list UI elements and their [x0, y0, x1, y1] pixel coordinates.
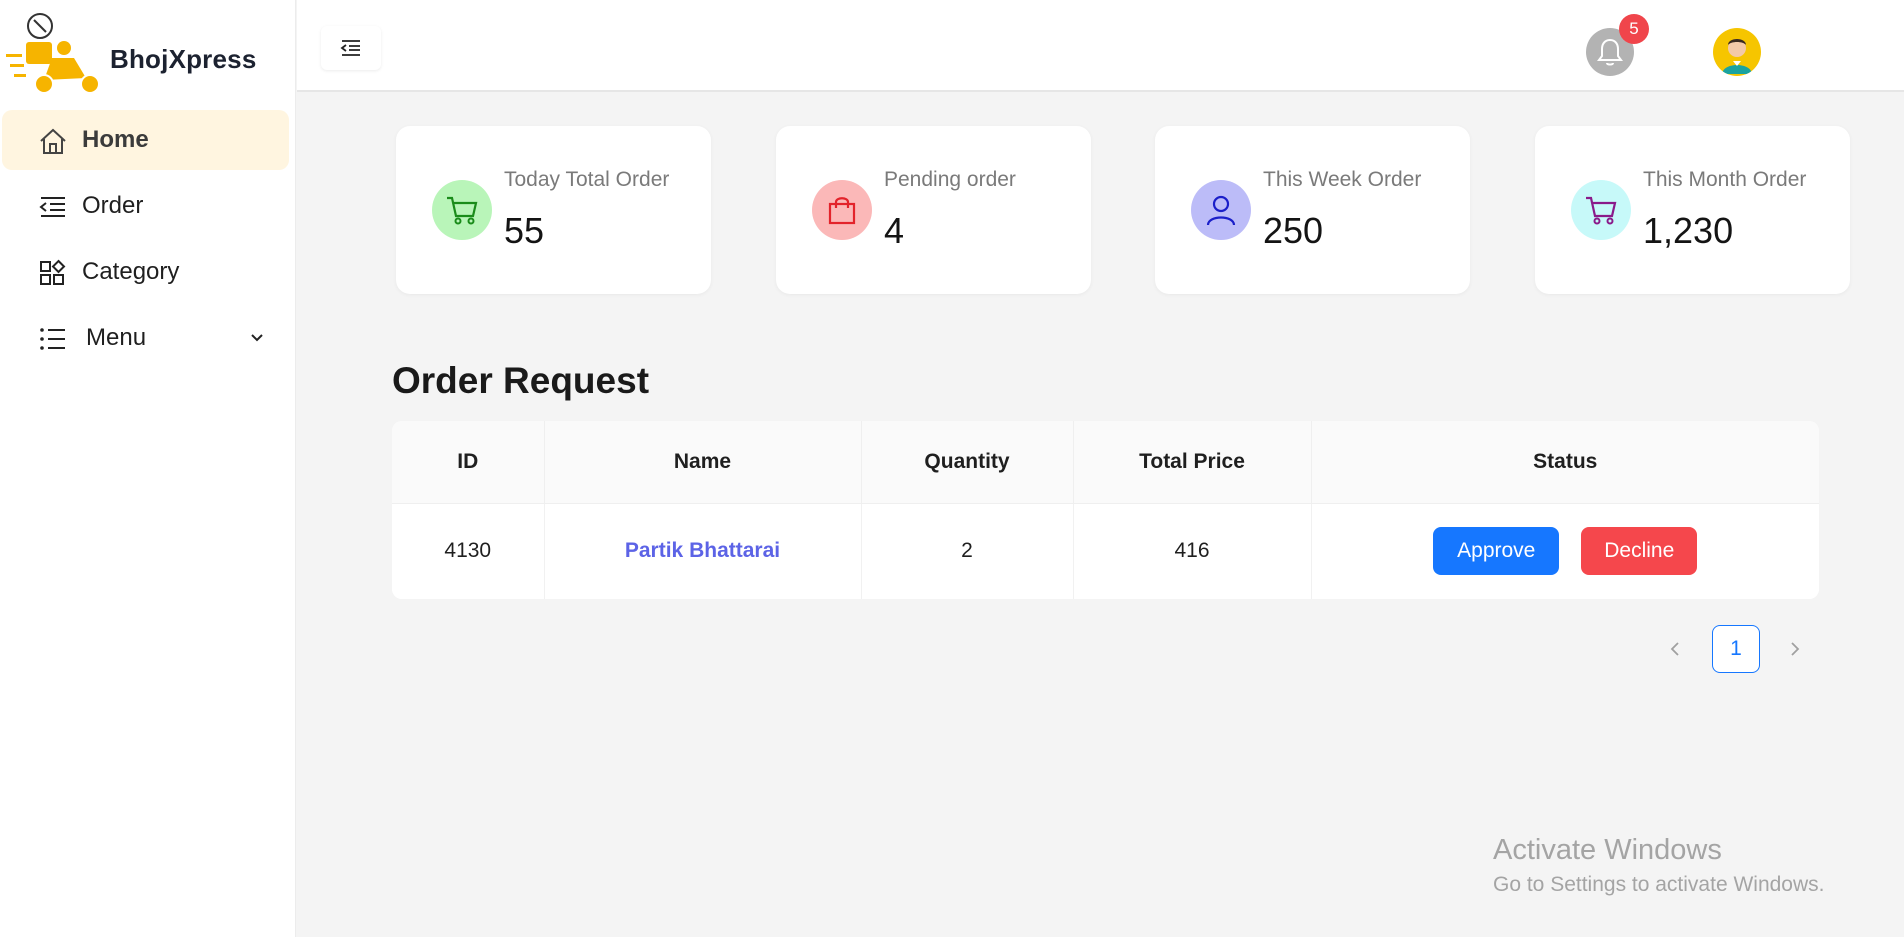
pagination-next-button[interactable]: [1780, 625, 1810, 673]
column-header-status: Status: [1311, 421, 1819, 504]
cell-quantity: 2: [861, 503, 1074, 599]
chevron-left-icon: [1670, 642, 1679, 656]
stat-value: 55: [504, 210, 545, 251]
sidebar-item-home[interactable]: Home: [2, 110, 289, 170]
column-header-quantity: Quantity: [861, 421, 1074, 504]
brand-name: BhojXpress: [110, 44, 257, 74]
column-header-id: ID: [392, 421, 545, 504]
stat-title: This Week Order: [1263, 168, 1422, 191]
delivery-scooter-logo-icon: [6, 13, 100, 94]
section-title: Order Request: [392, 360, 650, 401]
table-row: 4130 Partik Bhattarai 2 416 Approve Decli…: [392, 503, 1819, 599]
table-header-row: ID Name Quantity Total Price Status: [392, 421, 1819, 504]
order-request-table: ID Name Quantity Total Price Status 4130…: [392, 421, 1819, 599]
column-header-name: Name: [544, 421, 862, 504]
stat-value: 1,230: [1643, 210, 1734, 251]
stat-card-this-month-order: This Month Order 1,230: [1535, 126, 1850, 294]
sidebar-item-category[interactable]: Category: [2, 242, 289, 302]
stat-card-pending-order: Pending order 4: [776, 126, 1091, 294]
user-icon: [1191, 180, 1251, 240]
user-avatar-icon[interactable]: [1713, 28, 1761, 76]
activate-windows-title: Activate Windows: [1493, 834, 1722, 866]
cart-icon: [432, 180, 492, 240]
pagination-prev-button[interactable]: [1660, 625, 1690, 673]
sidebar-nav: Home Order Category Menu: [2, 110, 289, 374]
chevron-right-icon: [1791, 642, 1800, 656]
brand[interactable]: BhojXpress: [0, 0, 296, 100]
cell-id: 4130: [392, 503, 545, 599]
collapse-menu-icon: [340, 40, 360, 56]
chevron-down-icon[interactable]: [249, 330, 265, 346]
stat-title: This Month Order: [1643, 168, 1807, 191]
cart-icon: [1571, 180, 1631, 240]
sidebar-item-menu[interactable]: Menu: [2, 308, 289, 368]
notification-count-badge: 5: [1619, 14, 1649, 44]
stat-value: 250: [1263, 210, 1324, 251]
column-header-total-price: Total Price: [1073, 421, 1312, 504]
pagination-page-1[interactable]: 1: [1712, 625, 1760, 673]
shopping-bag-icon: [812, 180, 872, 240]
approve-button[interactable]: Approve: [1433, 527, 1560, 576]
stat-title: Today Total Order: [504, 168, 670, 191]
sidebar-item-order[interactable]: Order: [2, 176, 289, 236]
activate-windows-subtitle: Go to Settings to activate Windows.: [1493, 873, 1825, 896]
stat-value: 4: [884, 210, 905, 251]
list-indent-icon: [39, 197, 65, 217]
top-header: 5: [297, 0, 1904, 92]
sidebar-item-label: Home: [82, 126, 149, 153]
sidebar-item-label: Category: [82, 258, 180, 285]
decline-button[interactable]: Decline: [1581, 527, 1698, 576]
cell-status: Approve Decline: [1311, 503, 1819, 599]
sidebar: BhojXpress Home Order Category Menu: [0, 0, 296, 937]
bell-icon: [1597, 38, 1623, 66]
stat-card-today-total-order: Today Total Order 55: [396, 126, 711, 294]
sidebar-item-label: Menu: [86, 324, 147, 351]
cell-total-price: 416: [1073, 503, 1312, 599]
sidebar-toggle-button[interactable]: [321, 26, 381, 70]
stat-card-this-week-order: This Week Order 250: [1155, 126, 1470, 294]
stat-title: Pending order: [884, 168, 1016, 191]
menu-list-icon: [40, 328, 65, 350]
category-grid-icon: [40, 259, 66, 285]
home-icon: [40, 128, 66, 154]
cell-name: Partik Bhattarai: [544, 503, 862, 599]
sidebar-item-label: Order: [82, 192, 144, 219]
customer-name-link[interactable]: Partik Bhattarai: [625, 539, 780, 562]
